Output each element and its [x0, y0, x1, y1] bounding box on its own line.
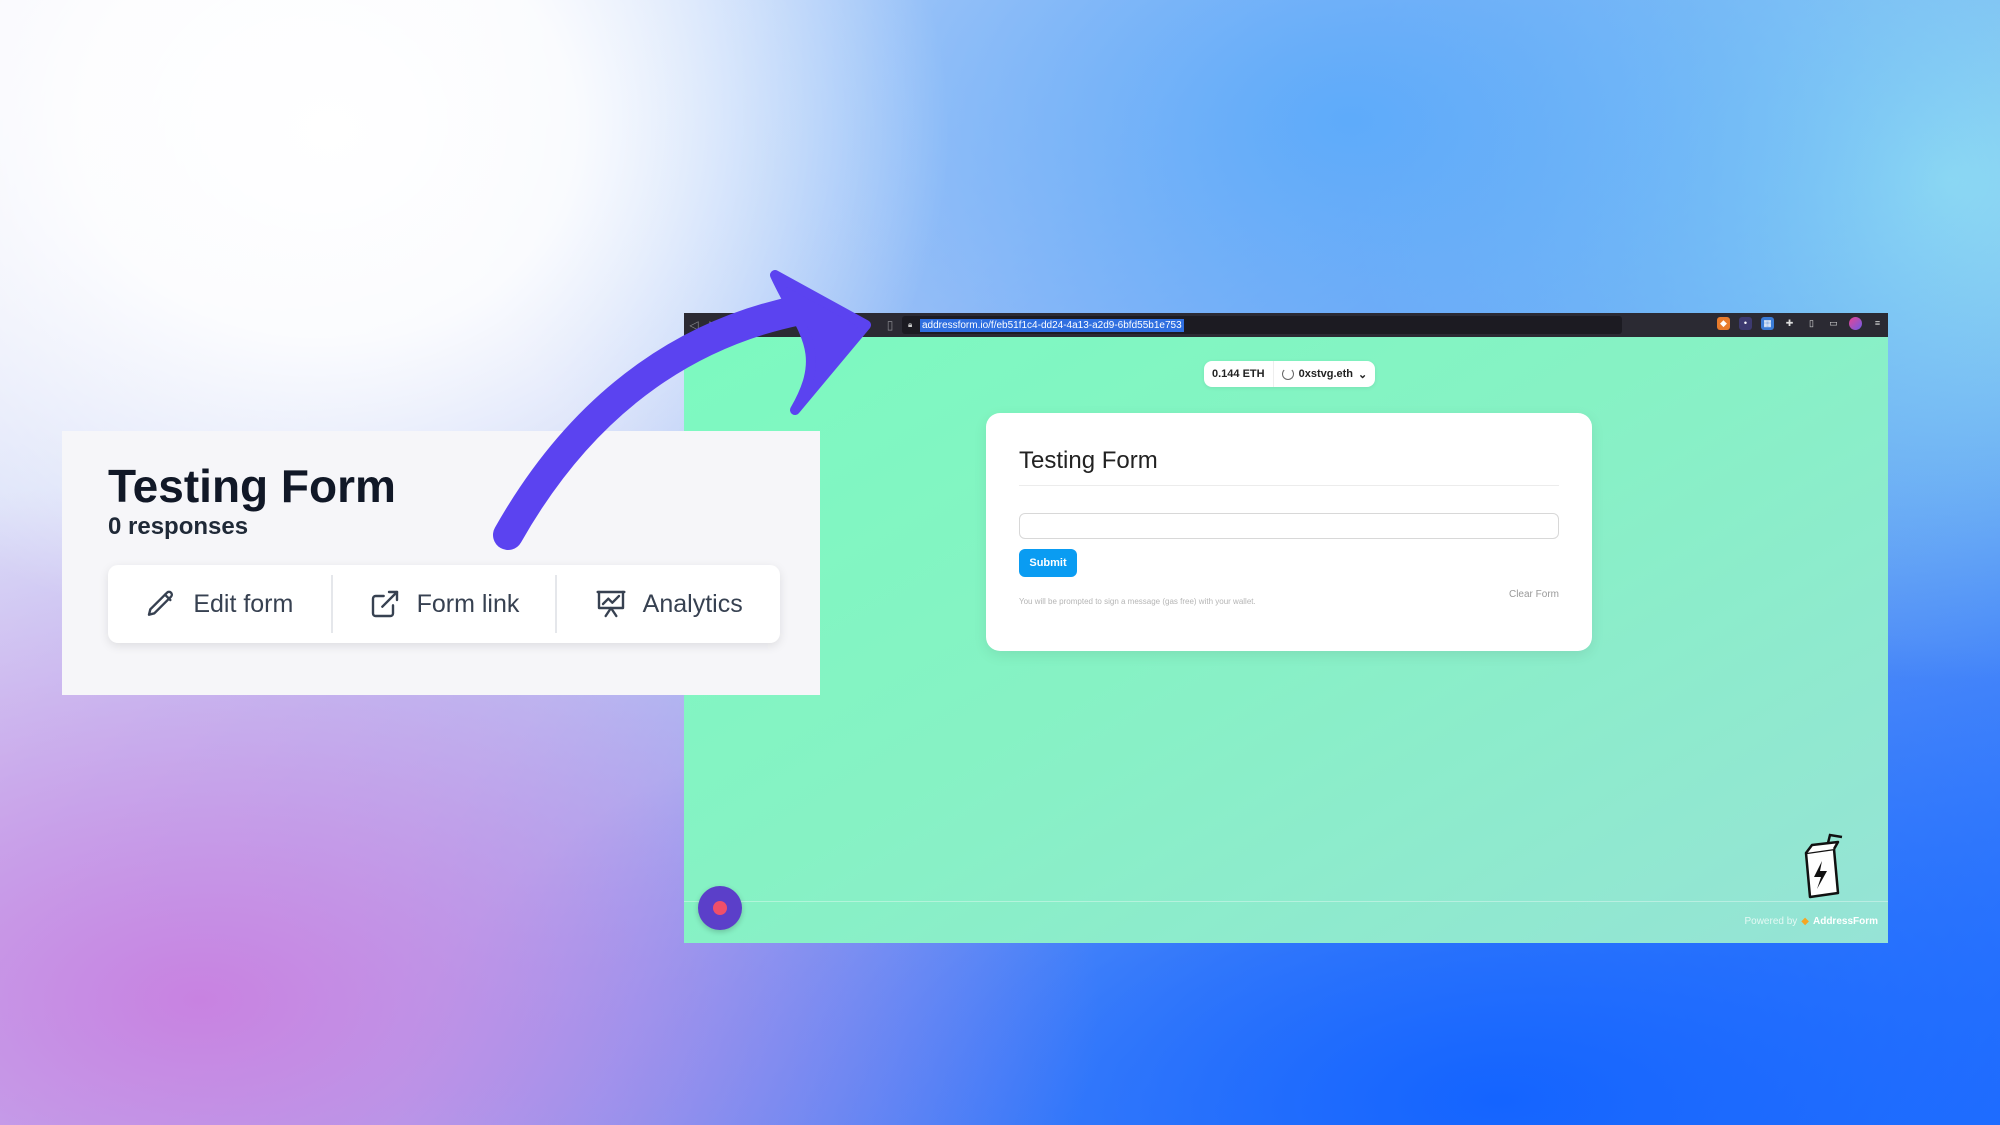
wallet-icon[interactable]: ▭	[1827, 317, 1840, 330]
back-icon[interactable]: ◁	[684, 318, 704, 332]
form-text-input[interactable]	[1019, 513, 1559, 539]
analytics-label: Analytics	[642, 589, 743, 618]
grid-extension-icon[interactable]: ▦	[1761, 317, 1774, 330]
edit-form-label: Edit form	[193, 589, 294, 618]
record-dot-icon	[713, 901, 727, 915]
edit-form-button[interactable]: Edit form	[108, 575, 331, 633]
reload-icon[interactable]: ↻	[724, 318, 744, 332]
powered-by[interactable]: Powered by ◆ AddressForm	[1744, 916, 1878, 927]
url-text[interactable]: addressform.io/f/eb51f1c4-dd24-4a13-a2d9…	[920, 318, 1184, 332]
wallet-sign-note: You will be prompted to sign a message (…	[1019, 597, 1256, 606]
submit-button[interactable]: Submit	[1019, 549, 1077, 577]
divider	[1019, 485, 1559, 486]
lock-icon: 🔒︎	[908, 320, 913, 329]
wallet-pill[interactable]: 0.144 ETH 0xstvg.eth ⌄	[1204, 361, 1376, 387]
form-title: Testing Form	[1019, 447, 1158, 474]
footer-divider	[684, 901, 1888, 902]
puzzle-icon[interactable]: ✚	[1783, 317, 1796, 330]
extension-icons: ◆ • ▦ ✚ ▯ ▭ ≡	[1717, 317, 1884, 330]
addressform-logo-icon: ◆	[1801, 916, 1809, 927]
account-name: 0xstvg.eth	[1298, 368, 1354, 380]
analytics-button[interactable]: Analytics	[555, 575, 780, 633]
sidebar-icon[interactable]: ▯	[1805, 317, 1818, 330]
presentation-chart-icon	[596, 590, 626, 618]
extension-dot-icon[interactable]: •	[1739, 317, 1752, 330]
pencil-icon	[148, 590, 174, 616]
wallet-account[interactable]: 0xstvg.eth ⌄	[1274, 368, 1376, 381]
chevron-down-icon: ⌄	[1358, 368, 1368, 381]
forward-icon[interactable]: ▷	[704, 318, 724, 332]
bookmark-icon[interactable]: ▯	[880, 318, 900, 332]
form-action-bar: Edit form Form link Analytics	[108, 565, 780, 643]
form-summary-title: Testing Form	[108, 460, 396, 512]
form-link-label: Form link	[416, 589, 520, 618]
metamask-icon[interactable]: ◆	[1717, 317, 1730, 330]
juice-box-icon	[1798, 833, 1848, 904]
form-link-button[interactable]: Form link	[330, 575, 556, 633]
browser-toolbar: ◁ ▷ ↻ ▯ 🔒︎ addressform.io/f/eb51f1c4-dd2…	[684, 313, 1888, 337]
external-link-icon	[371, 590, 398, 618]
powered-by-label: Powered by	[1744, 916, 1798, 927]
response-count: 0 responses	[108, 513, 249, 540]
address-bar[interactable]: 🔒︎ addressform.io/f/eb51f1c4-dd24-4a13-a…	[902, 316, 1622, 334]
wallet-balance: 0.144 ETH	[1204, 361, 1274, 387]
menu-icon[interactable]: ≡	[1871, 317, 1884, 330]
profile-avatar[interactable]	[1849, 317, 1862, 330]
record-button[interactable]	[698, 886, 742, 930]
form-card: Testing Form Submit You will be prompted…	[986, 413, 1592, 651]
loading-spinner-icon	[1281, 368, 1294, 380]
clear-form-link[interactable]: Clear Form	[1509, 589, 1559, 600]
form-summary-card: Testing Form 0 responses Edit form Form …	[62, 431, 820, 695]
powered-by-brand: AddressForm	[1812, 916, 1878, 927]
browser-window: ◁ ▷ ↻ ▯ 🔒︎ addressform.io/f/eb51f1c4-dd2…	[684, 313, 1888, 943]
